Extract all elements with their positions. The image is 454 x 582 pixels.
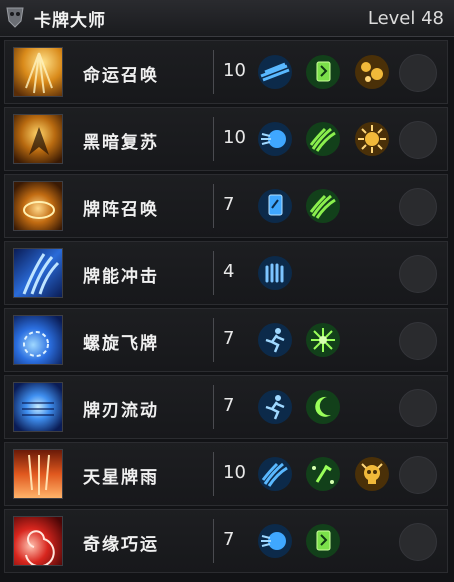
skill-points: 4 — [223, 261, 235, 282]
skill-points: 7 — [223, 529, 235, 550]
header-bar: 卡牌大师 Level 48 — [0, 0, 454, 37]
blue-runner-icon[interactable] — [257, 389, 293, 425]
class-name: 卡牌大师 — [34, 11, 106, 31]
divider — [213, 184, 214, 228]
skill-points: 7 — [223, 328, 235, 349]
empty-augment-slot[interactable] — [399, 523, 437, 561]
skill-row[interactable]: 螺旋飞牌 7 — [4, 308, 448, 372]
skill-name: 黑暗复苏 — [83, 133, 159, 153]
skill-row[interactable]: 牌能冲击 4 — [4, 241, 448, 305]
skill-row[interactable]: 牌阵召唤 7 — [4, 174, 448, 238]
skill-name: 牌能冲击 — [83, 267, 159, 287]
blue-card-icon[interactable] — [257, 188, 293, 224]
skill-name: 牌刃流动 — [83, 401, 159, 421]
skill-points: 10 — [223, 127, 246, 148]
skill-points: 10 — [223, 60, 246, 81]
skill-list: 命运召唤 10 黑暗复苏 10 牌阵召唤 7 牌能冲击 4 螺旋飞牌 7 牌刃流… — [4, 40, 448, 576]
skill-points: 10 — [223, 462, 246, 483]
mask-icon — [4, 5, 26, 29]
blue-slash-icon[interactable] — [257, 456, 293, 492]
divider — [213, 50, 214, 94]
skill-row[interactable]: 命运召唤 10 — [4, 40, 448, 104]
blue-spiral-skill-icon — [13, 315, 63, 365]
gold-skull-icon[interactable] — [354, 456, 390, 492]
blue-orb-icon[interactable] — [257, 523, 293, 559]
empty-augment-slot[interactable] — [399, 255, 437, 293]
skill-name: 螺旋飞牌 — [83, 334, 159, 354]
golden-rays-skill-icon — [13, 47, 63, 97]
skill-name: 牌阵召唤 — [83, 200, 159, 220]
skill-row[interactable]: 黑暗复苏 10 — [4, 107, 448, 171]
green-claw-icon[interactable] — [305, 121, 341, 157]
dark-demon-skill-icon — [13, 114, 63, 164]
level-indicator: Level 48 — [367, 8, 444, 29]
red-rain-skill-icon — [13, 449, 63, 499]
blue-runner-icon[interactable] — [257, 322, 293, 358]
divider — [213, 318, 214, 362]
empty-augment-slot[interactable] — [399, 121, 437, 159]
divider — [213, 452, 214, 496]
green-moon-icon[interactable] — [305, 389, 341, 425]
divider — [213, 251, 214, 295]
blue-slash-icon[interactable] — [257, 54, 293, 90]
skill-name: 天星牌雨 — [83, 468, 159, 488]
skill-name: 奇缘巧运 — [83, 535, 159, 555]
empty-augment-slot[interactable] — [399, 322, 437, 360]
blue-orb-icon[interactable] — [257, 121, 293, 157]
skill-row[interactable]: 牌刃流动 7 — [4, 375, 448, 439]
skill-points: 7 — [223, 395, 235, 416]
empty-augment-slot[interactable] — [399, 456, 437, 494]
gold-orbs-icon[interactable] — [354, 54, 390, 90]
skill-row[interactable]: 奇缘巧运 7 — [4, 509, 448, 573]
green-burst-icon[interactable] — [305, 322, 341, 358]
skill-row[interactable]: 天星牌雨 10 — [4, 442, 448, 506]
blue-claw-icon[interactable] — [257, 255, 293, 291]
green-card-icon[interactable] — [305, 523, 341, 559]
empty-augment-slot[interactable] — [399, 54, 437, 92]
gold-circle-skill-icon — [13, 181, 63, 231]
red-spiral-skill-icon — [13, 516, 63, 566]
skill-name: 命运召唤 — [83, 66, 159, 86]
divider — [213, 519, 214, 563]
empty-augment-slot[interactable] — [399, 188, 437, 226]
gold-sun-icon[interactable] — [354, 121, 390, 157]
divider — [213, 117, 214, 161]
green-claw-icon[interactable] — [305, 188, 341, 224]
skill-panel: 卡牌大师 Level 48 命运召唤 10 黑暗复苏 10 牌阵召唤 7 牌能冲… — [0, 0, 454, 582]
blue-wave-skill-icon — [13, 248, 63, 298]
skill-points: 7 — [223, 194, 235, 215]
green-sparkle-icon[interactable] — [305, 456, 341, 492]
empty-augment-slot[interactable] — [399, 389, 437, 427]
green-card-icon[interactable] — [305, 54, 341, 90]
divider — [213, 385, 214, 429]
blue-stream-skill-icon — [13, 382, 63, 432]
